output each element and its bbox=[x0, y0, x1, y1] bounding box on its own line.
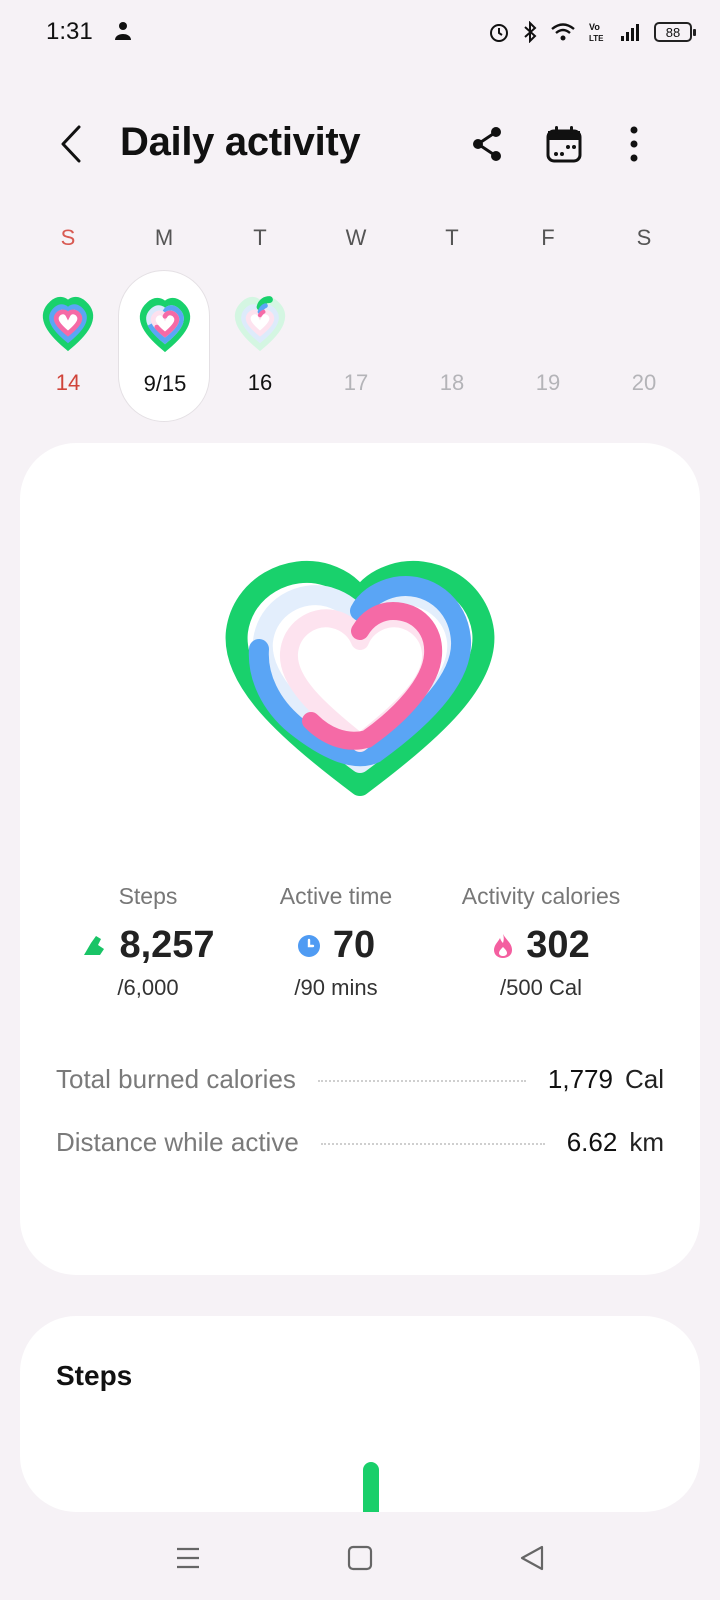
page-title: Daily activity bbox=[120, 120, 361, 164]
triangle-back-icon bbox=[520, 1545, 544, 1571]
activity-calories-metric[interactable]: Activity calories 302 /500 Cal bbox=[444, 883, 638, 1001]
volte-icon: Vo LTE bbox=[589, 22, 604, 43]
distance-unit: km bbox=[629, 1126, 664, 1157]
status-bar: 1:31 Vo LTE 88 bbox=[0, 0, 720, 64]
chevron-left-icon bbox=[61, 125, 81, 163]
day-of-week-label: S bbox=[60, 225, 76, 250]
status-icons: Vo LTE 88 bbox=[488, 18, 696, 46]
steps-card[interactable]: Steps bbox=[20, 1316, 700, 1512]
active-time-label: Active time bbox=[279, 883, 393, 909]
flame-icon bbox=[494, 933, 513, 958]
active-time-goal: /90 mins bbox=[294, 975, 378, 1000]
total-burned-value: 1,779 bbox=[547, 1063, 613, 1094]
more-vertical-icon bbox=[630, 126, 638, 162]
calendar-icon bbox=[546, 126, 582, 163]
total-burned-unit: Cal bbox=[624, 1063, 664, 1094]
activity-ring-icon bbox=[234, 296, 286, 352]
recent-apps-button[interactable] bbox=[164, 1534, 212, 1582]
signal-icon bbox=[621, 24, 639, 41]
calories-label: Activity calories bbox=[461, 883, 621, 909]
back-nav-button[interactable] bbox=[508, 1534, 556, 1582]
distance-row: Distance while active 6.62 km bbox=[56, 1122, 664, 1162]
wifi-icon bbox=[551, 23, 575, 41]
day-of-week-label: T bbox=[445, 225, 459, 250]
day-20[interactable]: 20 bbox=[598, 270, 690, 422]
alarm-icon bbox=[490, 24, 508, 42]
steps-label: Steps bbox=[118, 883, 178, 909]
day-number: 14 bbox=[55, 370, 81, 395]
total-burned-calories-row: Total burned calories 1,779 Cal bbox=[56, 1059, 664, 1099]
steps-goal: /6,000 bbox=[117, 975, 179, 1000]
active-time-value: 70 bbox=[332, 924, 376, 966]
status-time: 1:31 bbox=[46, 18, 93, 45]
day-19[interactable]: 19 bbox=[502, 270, 594, 422]
steps-card-title: Steps bbox=[56, 1360, 133, 1391]
battery-icon: 88 bbox=[654, 22, 696, 42]
day-number: 16 bbox=[247, 370, 273, 395]
week-selector: S 14 M 9/15 T 16 W 17 T 18 F 19 S 20 bbox=[20, 215, 700, 425]
day-of-week-label: T bbox=[253, 225, 267, 250]
calendar-button[interactable] bbox=[538, 118, 590, 170]
bluetooth-icon bbox=[524, 21, 537, 43]
system-navigation-bar bbox=[0, 1512, 720, 1600]
distance-label: Distance while active bbox=[56, 1126, 299, 1157]
home-button[interactable] bbox=[336, 1534, 384, 1582]
day-of-week-label: M bbox=[154, 225, 174, 250]
day-number: 9/15 bbox=[143, 371, 187, 396]
menu-icon bbox=[177, 1547, 199, 1569]
day-18[interactable]: 18 bbox=[406, 270, 498, 422]
steps-value: 8,257 bbox=[119, 924, 215, 966]
daily-summary-card: Steps 8,257 /6,000 Active time 70 /90 mi… bbox=[20, 443, 700, 1275]
back-button[interactable] bbox=[46, 116, 96, 172]
home-icon bbox=[347, 1545, 373, 1571]
day-of-week-label: W bbox=[345, 225, 367, 250]
day-number: 20 bbox=[631, 370, 657, 395]
more-options-button[interactable] bbox=[608, 118, 660, 170]
day-16[interactable]: 16 bbox=[214, 270, 306, 422]
day-number: 18 bbox=[439, 370, 465, 395]
day-15-selected[interactable]: 9/15 bbox=[118, 270, 210, 422]
day-14[interactable]: 14 bbox=[22, 270, 114, 422]
day-17[interactable]: 17 bbox=[310, 270, 402, 422]
dotted-leader bbox=[317, 1080, 526, 1082]
distance-value: 6.62 bbox=[566, 1126, 618, 1157]
shoe-icon bbox=[84, 935, 105, 955]
day-of-week-label: F bbox=[541, 225, 555, 250]
calories-goal: /500 Cal bbox=[500, 975, 582, 1000]
svg-text:LTE: LTE bbox=[589, 34, 604, 43]
day-of-week-label: S bbox=[636, 225, 652, 250]
clock-icon bbox=[297, 934, 320, 957]
day-number: 17 bbox=[343, 370, 369, 395]
dotted-leader bbox=[320, 1143, 545, 1145]
steps-metric[interactable]: Steps 8,257 /6,000 bbox=[70, 883, 226, 1001]
activity-ring-icon bbox=[139, 298, 191, 353]
activity-heart-rings bbox=[225, 560, 495, 796]
day-number: 19 bbox=[535, 370, 561, 395]
share-icon bbox=[473, 127, 501, 161]
svg-text:Vo: Vo bbox=[589, 22, 600, 32]
calories-value: 302 bbox=[526, 924, 590, 966]
person-icon bbox=[115, 22, 131, 40]
active-time-metric[interactable]: Active time 70 /90 mins bbox=[260, 883, 412, 1001]
total-burned-label: Total burned calories bbox=[56, 1063, 296, 1094]
activity-ring-icon bbox=[42, 297, 94, 352]
share-button[interactable] bbox=[461, 118, 513, 170]
steps-chart-bar bbox=[363, 1462, 379, 1512]
